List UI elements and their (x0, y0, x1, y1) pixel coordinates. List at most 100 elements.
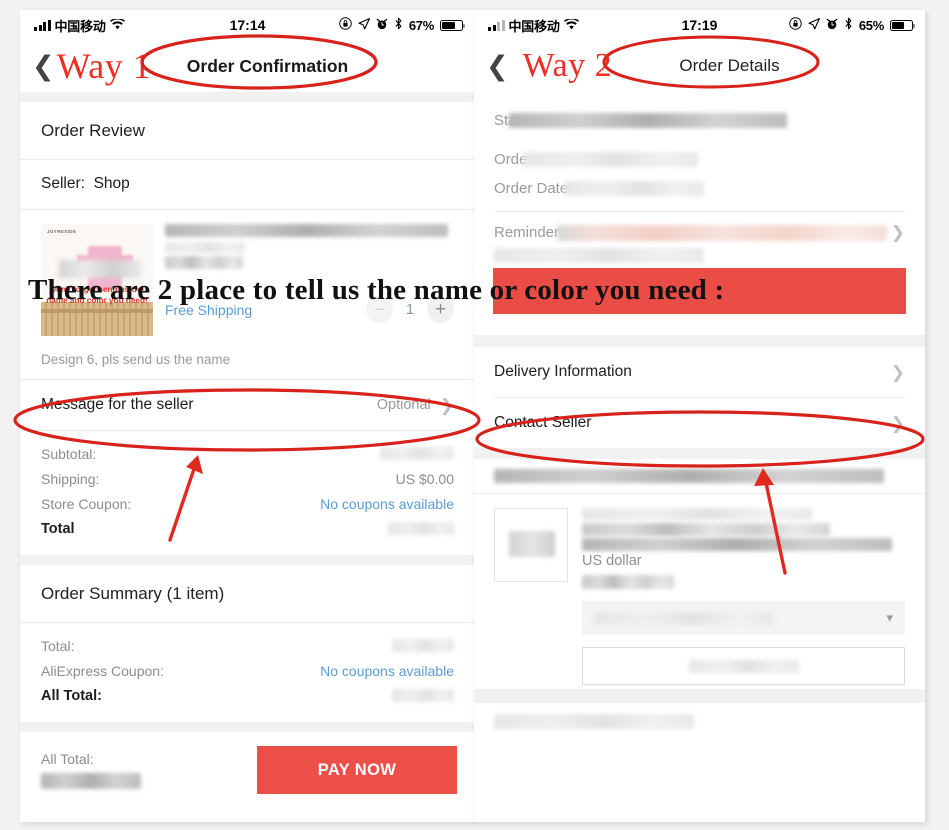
minus-icon[interactable]: − (366, 296, 393, 323)
product-thumbnail[interactable]: JOYRESIDE Don't forget send us the name … (41, 224, 153, 336)
chevron-right-icon: ❯ (890, 362, 905, 382)
pay-bar-amount-redacted (41, 773, 141, 789)
section-gap (474, 335, 925, 347)
variant-value-redacted (594, 611, 774, 625)
store-row-section[interactable] (474, 459, 925, 493)
way-1-annotation-label: Way 1 (56, 46, 152, 86)
totals-row-subtotal: Subtotal: (41, 441, 454, 466)
detail-row-order-number: Orde (494, 145, 905, 174)
contact-seller-label: Contact Seller (494, 414, 592, 431)
location-arrow-icon (358, 17, 370, 33)
footer-section (474, 703, 925, 731)
summary-row-all-total: All Total: (41, 683, 454, 708)
links-section: Delivery Information ❯ Contact Seller ❯ (474, 347, 925, 448)
product-note: Design 6, pls send us the name (41, 352, 231, 367)
summary-value-link[interactable]: No coupons available (320, 663, 454, 679)
status-right-group: 67% (339, 17, 466, 33)
chevron-down-icon: ▾ (886, 610, 893, 625)
pay-bar-label: All Total: (41, 751, 94, 767)
battery-percent: 65% (858, 17, 884, 33)
quantity-stepper[interactable]: − 1 + (366, 296, 454, 323)
bluetooth-icon (844, 17, 853, 33)
signal-bars-icon (488, 19, 505, 31)
section-gap (20, 722, 475, 732)
plus-icon[interactable]: + (427, 296, 454, 323)
detail-value-redacted (508, 113, 787, 128)
back-button[interactable]: ❮ (32, 52, 55, 80)
reminder-label: Reminder: (494, 224, 564, 241)
order-summary-section: Order Summary (1 item) Total: AliExpress… (20, 565, 475, 722)
totals-label: Shipping: (41, 470, 100, 487)
variant-select[interactable]: ▾ (582, 601, 905, 635)
section-gap (474, 689, 925, 703)
action-button[interactable] (582, 647, 905, 685)
quantity-value: 1 (405, 301, 415, 318)
reminder-row[interactable]: Reminder: ❯ (494, 212, 905, 247)
detail-row-status: Status: (494, 106, 905, 135)
totals-row-shipping: Shipping: US $0.00 (41, 466, 454, 491)
totals-value-redacted (388, 522, 454, 535)
free-shipping-label: Free Shipping (165, 301, 253, 318)
detail-value-redacted (523, 152, 699, 167)
seller-row[interactable]: Seller: Shop (41, 160, 454, 209)
summary-value-redacted (392, 689, 454, 702)
product-title-redacted (165, 224, 454, 269)
seller-name: Shop (93, 175, 130, 192)
screenshot-root: 中国移动 17:14 67% ❮ Way 1 Order Confirmatio… (0, 0, 949, 830)
status-bar-left: 中国移动 17:14 67% (20, 10, 475, 40)
order-review-heading: Order Review (41, 121, 145, 140)
wifi-icon (563, 17, 579, 32)
order-product-section: US dollar ▾ (474, 494, 925, 689)
delivery-information-row[interactable]: Delivery Information ❯ (494, 347, 905, 397)
detail-label: Orde (494, 151, 528, 168)
totals-value-redacted (380, 447, 454, 460)
message-for-seller-row[interactable]: Message for the seller Optional ❯ (41, 380, 454, 430)
thumbnail-redacted-patch (509, 531, 555, 557)
product-row[interactable]: JOYRESIDE Don't forget send us the name … (41, 210, 454, 344)
detail-row-order-date: Order Date (494, 174, 905, 203)
alarm-clock-icon (376, 18, 388, 33)
thumbnail-caption: Don't forget send us the name and color … (46, 284, 148, 305)
totals-value-link[interactable]: No coupons available (320, 496, 454, 512)
currency-note: US dollar (582, 553, 642, 569)
alarm-clock-icon (826, 18, 838, 33)
seller-label: Seller: (41, 175, 85, 192)
product-title-redacted (582, 508, 905, 551)
totals-label: Subtotal: (41, 445, 97, 462)
pay-bar-total: All Total: (41, 751, 141, 789)
thumbnail-fence-graphic (41, 302, 153, 336)
summary-row-total: Total: (41, 633, 454, 658)
section-gap (20, 92, 475, 102)
pay-now-button[interactable]: PAY NOW (257, 746, 457, 794)
summary-value-redacted (392, 639, 454, 652)
battery-percent: 67% (408, 17, 434, 33)
contact-seller-row[interactable]: Contact Seller ❯ (494, 398, 905, 448)
nav-bar-left: ❮ Way 1 Order Confirmation (20, 40, 475, 92)
summary-row-aliexpress-coupon[interactable]: AliExpress Coupon: No coupons available (41, 658, 454, 683)
bluetooth-icon (394, 17, 403, 33)
product-qty-redacted (582, 573, 905, 591)
section-gap (474, 448, 925, 459)
totals-label: Total (41, 520, 75, 537)
phone-screen-way-2: 中国移动 17:19 65% ❮ Way 2 Order Details Ord… (474, 10, 925, 822)
store-name-redacted (494, 468, 884, 483)
thumbnail-redacted-patch (59, 260, 141, 278)
battery-icon (440, 19, 466, 31)
wifi-icon (109, 17, 125, 32)
totals-row-store-coupon[interactable]: Store Coupon: No coupons available (41, 491, 454, 516)
phone-screen-way-1: 中国移动 17:14 67% ❮ Way 1 Order Confirmatio… (20, 10, 475, 822)
product-thumbnail[interactable] (494, 508, 568, 582)
back-button[interactable]: ❮ (486, 52, 509, 80)
rotation-lock-icon (789, 17, 802, 33)
signal-bars-icon (34, 19, 51, 31)
product-card[interactable]: US dollar ▾ (494, 494, 905, 689)
summary-label: AliExpress Coupon: (41, 662, 164, 679)
chevron-right-icon: ❯ (439, 395, 454, 415)
status-left-group: 中国移动 (34, 16, 125, 35)
order-review-section: Order Review Seller: Shop JOYRESIDE Don'… (20, 102, 475, 555)
detail-value-redacted (564, 181, 705, 196)
order-summary-heading: Order Summary (1 item) (41, 584, 225, 603)
summary-label: All Total: (41, 687, 102, 704)
status-bar-right: 中国移动 17:19 65% (474, 10, 925, 40)
delivery-information-label: Delivery Information (494, 363, 632, 380)
